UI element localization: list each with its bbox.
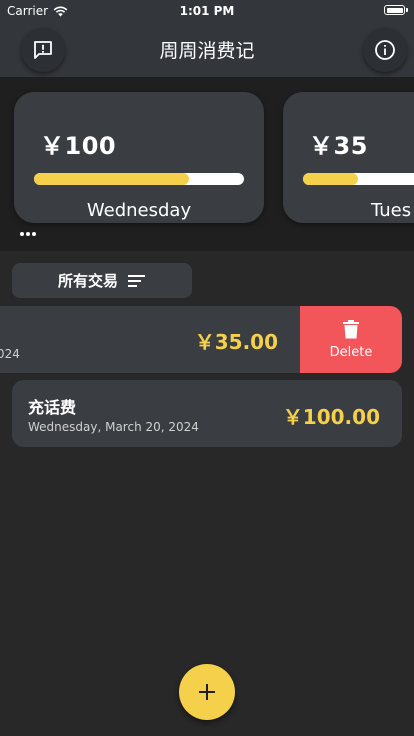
transaction-amount: ￥100.00	[282, 405, 380, 429]
day-label: Tues	[371, 200, 412, 221]
delete-button[interactable]: Delete	[300, 306, 402, 373]
add-transaction-button[interactable]	[179, 664, 235, 720]
page-title: 周周消费记	[159, 40, 255, 62]
status-bar: Carrier 1:01 PM	[0, 0, 414, 22]
progress-fill	[34, 173, 190, 185]
sort-lines-icon	[128, 274, 145, 287]
clock: 1:01 PM	[179, 4, 235, 18]
transaction-row[interactable]: 充话费 Wednesday, March 20, 2024 ￥100.00	[12, 380, 402, 447]
transaction-amount: ￥35.00	[194, 330, 278, 354]
transaction-date: March 19, 2024	[0, 347, 20, 361]
battery-icon	[384, 5, 408, 15]
progress-fill	[303, 173, 358, 185]
plus-icon	[199, 684, 215, 700]
more-options-icon[interactable]	[20, 232, 36, 236]
info-button[interactable]	[363, 28, 407, 72]
day-card[interactable]: ￥100 Wednesday	[14, 92, 264, 223]
filter-button[interactable]: 所有交易	[12, 263, 192, 298]
day-total: ￥35	[309, 132, 368, 160]
day-card[interactable]: ￥35 Tues	[283, 92, 414, 223]
delete-label: Delete	[329, 344, 373, 360]
daily-cards-carousel[interactable]: ￥100 Wednesday ￥35 Tues	[0, 77, 414, 251]
app-bar: 周周消费记	[0, 22, 414, 77]
transaction-date: Wednesday, March 20, 2024	[28, 420, 199, 434]
filter-label: 所有交易	[57, 272, 118, 290]
day-total: ￥100	[40, 132, 117, 160]
trash-icon	[343, 319, 359, 338]
transaction-row-swiped[interactable]: March 19, 2024 ￥35.00 Delete	[0, 306, 402, 373]
day-label: Wednesday	[86, 200, 192, 221]
transaction-name: 充话费	[28, 398, 77, 417]
spending-progress-bar	[34, 173, 244, 185]
spending-progress-bar	[303, 173, 414, 185]
info-icon	[375, 40, 395, 60]
